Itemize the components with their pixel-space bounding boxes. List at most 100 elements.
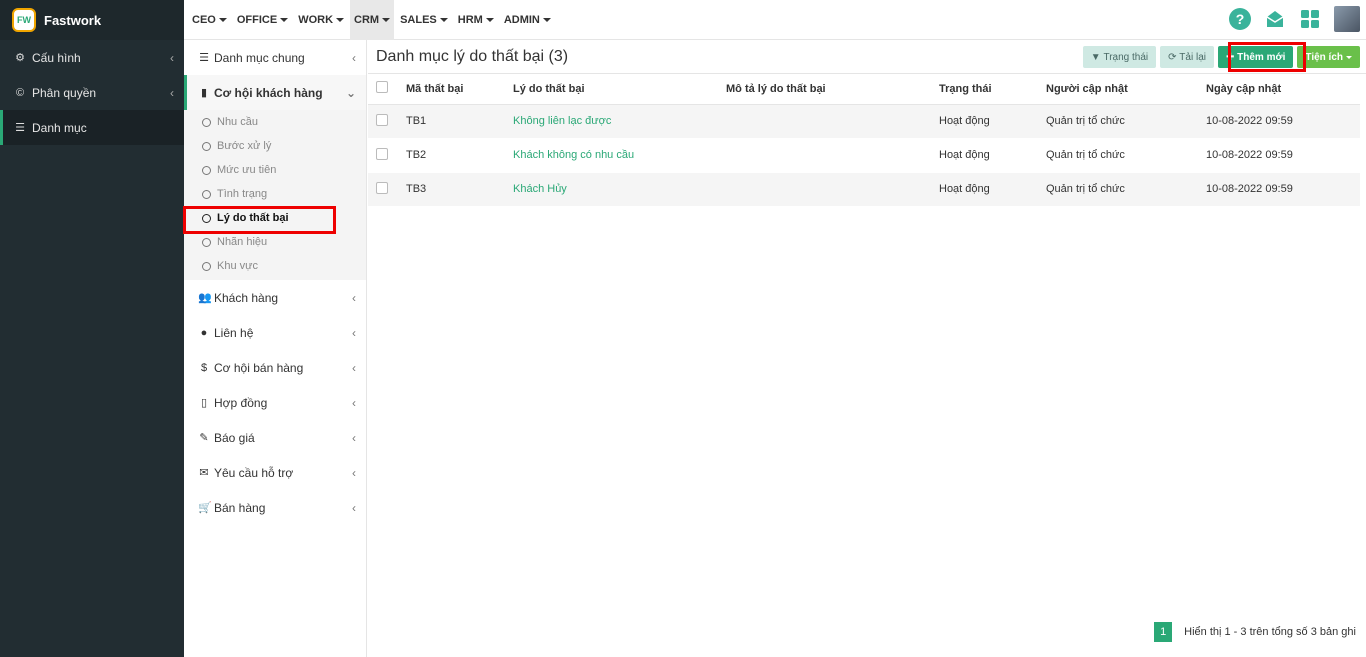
- subsidebar-item-support[interactable]: ✉ Yêu cầu hỗ trợ ‹: [184, 455, 366, 490]
- row-checkbox-cell: [368, 138, 406, 173]
- nav-sales[interactable]: SALES: [396, 0, 452, 40]
- circle-icon: [202, 189, 211, 199]
- subsidebar-item-customers[interactable]: 👥 Khách hàng ‹: [184, 280, 366, 315]
- nav-hrm[interactable]: HRM: [454, 0, 498, 40]
- subsidebar-item-customer-opportunity[interactable]: ▮ Cơ hội khách hàng ⌄: [184, 75, 366, 110]
- subsidebar-child-regions[interactable]: Khu vực: [184, 254, 366, 278]
- help-icon[interactable]: ?: [1229, 8, 1251, 30]
- cell-description: [726, 138, 939, 173]
- paperclip-icon: ✎: [199, 432, 209, 444]
- subsidebar-item-contacts[interactable]: ● Liên hệ ‹: [184, 315, 366, 350]
- chevron-left-icon: ‹: [352, 50, 356, 65]
- cell-updated-at: 10-08-2022 09:59: [1206, 138, 1360, 173]
- sidebar-item-config[interactable]: ⚙ Cấu hình ‹: [0, 40, 184, 75]
- nav-label: SALES: [400, 13, 437, 26]
- col-header-reason[interactable]: Lý do thất bại: [513, 74, 726, 105]
- circle-icon: [202, 237, 211, 247]
- nav-label: ADMIN: [503, 13, 540, 26]
- page-button-1[interactable]: 1: [1154, 622, 1173, 642]
- cell-reason-link[interactable]: Không liên lạc được: [513, 104, 726, 139]
- main-sidebar: FW Fastwork ⚙ Cấu hình ‹ © Phân quyền ‹ …: [0, 0, 184, 657]
- cart-icon: 🛒: [198, 502, 212, 514]
- sub-sidebar: ☰ Danh mục chung ‹ ▮ Cơ hội khách hàng ⌄…: [184, 40, 367, 657]
- cell-reason-link[interactable]: Khách Hủy: [513, 172, 726, 207]
- col-header-updated-at[interactable]: Ngày cập nhật: [1206, 74, 1360, 105]
- caret-down-icon: [485, 17, 494, 22]
- subsidebar-item-label: Yêu cầu hỗ trợ: [214, 465, 294, 480]
- highlight-box-add-new: [1228, 42, 1306, 72]
- caret-down-icon: [336, 17, 345, 22]
- page-header: Danh mục lý do thất bại (3) ▼ Trạng thái…: [368, 40, 1366, 74]
- nav-ceo[interactable]: CEO: [188, 0, 231, 40]
- cell-updated-at: 10-08-2022 09:59: [1206, 104, 1360, 139]
- cell-code: TB2: [406, 138, 513, 173]
- row-checkbox[interactable]: [376, 147, 388, 160]
- subsidebar-item-quotes[interactable]: ✎ Báo giá ‹: [184, 420, 366, 455]
- row-checkbox[interactable]: [376, 113, 388, 126]
- table-header-row: Mã thất bại Lý do thất bại Mô tả lý do t…: [368, 74, 1360, 105]
- nav-admin[interactable]: ADMIN: [500, 0, 555, 40]
- filter-icon: ▼: [1090, 51, 1101, 63]
- col-header-description[interactable]: Mô tả lý do thất bại: [726, 74, 939, 105]
- brand[interactable]: FW Fastwork: [0, 0, 184, 40]
- user-icon: ●: [200, 326, 208, 339]
- table-row[interactable]: TB2 Khách không có nhu cầu Hoạt động Quả…: [368, 138, 1360, 173]
- status-filter-button[interactable]: ▼ Trạng thái: [1082, 46, 1157, 68]
- subsidebar-item-label: Bán hàng: [214, 500, 266, 515]
- table-row[interactable]: TB1 Không liên lạc được Hoạt động Quản t…: [368, 104, 1360, 139]
- subsidebar-item-label: Cơ hội khách hàng: [214, 85, 323, 100]
- nav-office[interactable]: OFFICE: [233, 0, 292, 40]
- sidebar-item-catalog[interactable]: ☰ Danh mục: [0, 110, 184, 145]
- col-header-updated-by[interactable]: Người cập nhật: [1046, 74, 1206, 105]
- button-label: Tải lại: [1179, 51, 1206, 63]
- col-header-code[interactable]: Mã thất bại: [406, 74, 513, 105]
- subsidebar-item-contracts[interactable]: ▯ Hợp đồng ‹: [184, 385, 366, 420]
- cell-reason-link[interactable]: Khách không có nhu cầu: [513, 138, 726, 173]
- subsidebar-item-label: Báo giá: [214, 430, 255, 445]
- sidebar-item-permissions[interactable]: © Phân quyền ‹: [0, 75, 184, 110]
- avatar[interactable]: [1334, 6, 1360, 32]
- bookmark-icon: ▮: [200, 87, 208, 99]
- table-row[interactable]: TB3 Khách Hủy Hoạt động Quản trị tổ chức…: [368, 172, 1360, 207]
- subsidebar-item-label: Liên hệ: [214, 325, 254, 340]
- subsidebar-child-priority[interactable]: Mức ưu tiên: [184, 158, 366, 182]
- users-icon: 👥: [198, 292, 212, 304]
- subsidebar-item-label: Danh mục chung: [214, 50, 305, 65]
- subsidebar-item-sales-opportunity[interactable]: $ Cơ hội bán hàng ‹: [184, 350, 366, 385]
- reload-button[interactable]: ⟳ Tải lại: [1160, 46, 1214, 68]
- cell-updated-by: Quản trị tổ chức: [1046, 138, 1206, 173]
- row-checkbox[interactable]: [376, 181, 388, 194]
- subsidebar-item-label: Khách hàng: [214, 290, 279, 305]
- subsidebar-child-status[interactable]: Tình trạng: [184, 182, 366, 206]
- cell-updated-by: Quản trị tổ chức: [1046, 172, 1206, 207]
- chevron-left-icon: ‹: [170, 85, 174, 100]
- mail-icon[interactable]: [1264, 8, 1286, 30]
- sidebar-item-label: Cấu hình: [32, 50, 81, 65]
- caret-down-icon: [280, 17, 289, 22]
- select-all-checkbox[interactable]: [376, 81, 388, 94]
- nav-crm[interactable]: CRM: [350, 0, 395, 40]
- chevron-left-icon: ‹: [170, 50, 174, 65]
- nav-label: WORK: [298, 13, 334, 26]
- circle-icon: [202, 117, 211, 127]
- brand-name: Fastwork: [44, 12, 102, 28]
- cell-status: Hoạt động: [939, 138, 1046, 173]
- utilities-dropdown-button[interactable]: Tiện ích: [1297, 46, 1360, 68]
- select-all-cell: [368, 74, 406, 105]
- nav-label: CEO: [192, 13, 216, 26]
- circle-icon: [202, 141, 211, 151]
- cell-code: TB3: [406, 172, 513, 207]
- subsidebar-child-needs[interactable]: Nhu cầu: [184, 110, 366, 134]
- chevron-left-icon: ‹: [352, 395, 356, 410]
- subsidebar-item-sales[interactable]: 🛒 Bán hàng ‹: [184, 490, 366, 525]
- nav-work[interactable]: WORK: [294, 0, 348, 40]
- cell-status: Hoạt động: [939, 104, 1046, 139]
- fastwork-logo-icon: FW: [12, 8, 36, 32]
- col-header-status[interactable]: Trạng thái: [939, 74, 1046, 105]
- subsidebar-item-general[interactable]: ☰ Danh mục chung ‹: [184, 40, 366, 75]
- apps-grid-icon[interactable]: [1299, 8, 1321, 30]
- subsidebar-child-steps[interactable]: Bước xử lý: [184, 134, 366, 158]
- row-checkbox-cell: [368, 104, 406, 139]
- chevron-left-icon: ‹: [352, 500, 356, 515]
- chevron-left-icon: ‹: [352, 290, 356, 305]
